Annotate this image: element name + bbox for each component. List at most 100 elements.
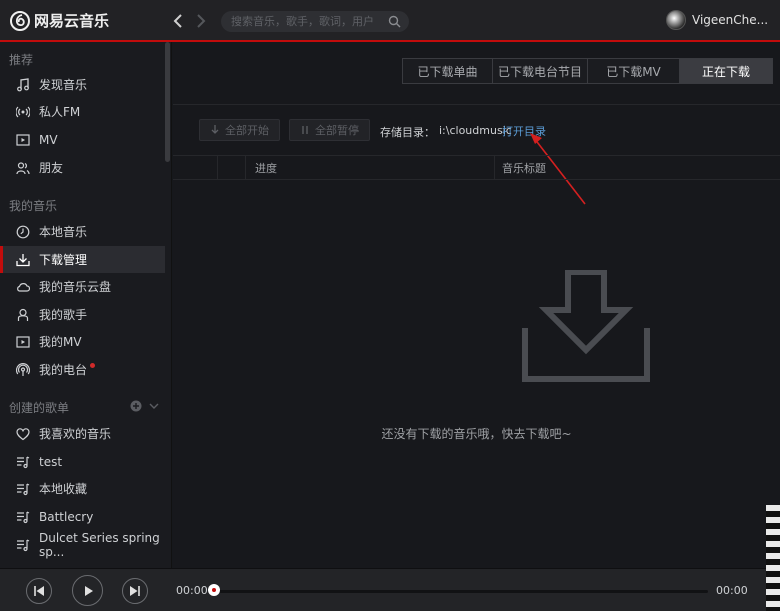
progress-track[interactable] [213,590,708,593]
pause-all-label: 全部暂停 [315,124,359,137]
column-separator [245,155,246,179]
tab-downloaded-songs[interactable]: 已下载单曲 [403,59,493,83]
sidebar-item-discover[interactable]: 发现音乐 [0,71,165,98]
sidebar-item-label: 我的音乐云盘 [39,280,112,294]
section-title-recommend: 推荐 [9,53,34,67]
sidebar-item-label: 本地收藏 [39,482,88,496]
friends-icon [16,161,30,174]
tab-downloaded-radio[interactable]: 已下载电台节目 [493,59,588,83]
download-icon [16,253,30,266]
forward-button[interactable] [193,12,209,30]
play-button[interactable] [72,575,103,606]
sidebar-item-label: test [39,454,63,469]
pause-icon [302,126,308,134]
player-bar: 00:00 00:00 [0,568,780,611]
total-time: 00:00 [716,584,748,597]
sidebar-item-my-radio[interactable]: 我的电台 [0,356,165,383]
sidebar-item-playlist-dulcet[interactable]: Dulcet Series spring sp... [0,530,165,559]
column-header-progress[interactable]: 进度 [255,160,277,176]
netease-logo-icon [10,10,30,31]
start-all-label: 全部开始 [225,124,269,137]
empty-download-icon [522,270,650,382]
sidebar-item-fm[interactable]: 私人FM [0,98,165,125]
sidebar-item-download-manager[interactable]: 下载管理 [0,246,165,273]
playlist-icon [17,538,30,551]
sidebar-item-my-singers[interactable]: 我的歌手 [0,301,165,328]
sidebar-item-label: Battlecry [39,509,94,524]
sidebar-item-label: 我的电台 [39,363,88,377]
play-icon [84,585,93,596]
divider [173,104,780,105]
storage-label: 存储目录： [380,126,435,139]
search-icon[interactable] [388,15,401,28]
app-title: 网易云音乐 [34,12,110,30]
start-all-button[interactable]: 全部开始 [199,119,280,141]
sidebar-item-label: 我的歌手 [39,308,88,322]
podcast-icon [16,362,30,376]
sidebar-item-playlist-test[interactable]: test [0,448,165,475]
current-time: 00:00 [176,584,208,597]
tab-downloading[interactable]: 正在下载 [680,59,772,83]
pause-all-button[interactable]: 全部暂停 [289,119,370,141]
overlay-edge-artifact [766,505,780,611]
download-arrow-icon [211,125,219,134]
chevron-left-icon [173,14,182,28]
sidebar-item-label: Dulcet Series spring sp... [39,530,160,559]
music-note-icon [17,77,29,91]
chevron-down-icon[interactable] [148,400,160,412]
playlist-icon [17,482,30,495]
column-header-title[interactable]: 音乐标题 [502,160,546,176]
sidebar-item-label: MV [39,132,58,147]
radio-icon [16,106,30,117]
video-icon [16,133,30,146]
sidebar-item-mv[interactable]: MV [0,126,165,153]
playlist-section-actions [130,400,160,412]
previous-icon [34,586,44,596]
storage-path: i:\cloudmusic [439,124,512,137]
download-tabs: 已下载单曲 已下载电台节目 已下载MV 正在下载 [402,58,773,84]
user-name[interactable]: VigeenChe... [692,13,768,27]
sidebar-item-local-music[interactable]: 本地音乐 [0,218,165,245]
sidebar-item-playlist-local-favorites[interactable]: 本地收藏 [0,475,165,502]
sidebar-item-label: 私人FM [39,105,81,119]
heart-icon [16,427,30,440]
sidebar-item-label: 发现音乐 [39,78,88,92]
user-menu[interactable]: VigeenChe... [666,10,768,30]
sidebar-item-cloud-disk[interactable]: 我的音乐云盘 [0,273,165,300]
progress-knob[interactable] [208,584,220,596]
add-playlist-icon[interactable] [130,400,142,412]
search-box [221,11,409,32]
clock-icon [16,225,30,238]
sidebar-item-playlist-battlecry[interactable]: Battlecry [0,503,165,530]
sidebar-item-my-mv[interactable]: 我的MV [0,328,165,355]
section-title-playlists: 创建的歌单 [9,401,70,415]
storage-directory: 存储目录： i:\cloudmusic [380,124,512,140]
empty-state-message: 还没有下载的音乐哦，快去下载吧~ [381,427,572,441]
next-icon [130,586,140,596]
playlist-icon [17,510,30,523]
main-panel: 已下载单曲 已下载电台节目 已下载MV 正在下载 全部开始 全部暂停 存储目录：… [173,42,780,568]
sidebar-item-friends[interactable]: 朋友 [0,154,165,181]
column-separator [217,155,218,179]
back-button[interactable] [170,12,186,30]
new-badge [90,363,96,368]
sidebar-item-label: 本地音乐 [39,225,88,239]
tab-downloaded-mv[interactable]: 已下载MV [588,59,680,83]
top-bar: 网易云音乐 VigeenChe... [0,0,780,42]
column-separator [494,155,495,179]
search-input[interactable] [231,15,381,28]
sidebar-item-liked-music[interactable]: 我喜欢的音乐 [0,420,165,447]
chevron-right-icon [197,14,206,28]
sidebar-item-label: 下载管理 [39,253,88,267]
sidebar-item-label: 我喜欢的音乐 [39,427,112,441]
previous-button[interactable] [26,578,52,604]
sidebar: 推荐 发现音乐 私人FM MV 朋友 我的音乐 本地音乐 下载管理 我的音乐云盘… [0,42,172,568]
singer-icon [17,308,29,321]
avatar[interactable] [666,10,686,30]
sidebar-item-label: 我的MV [39,335,82,349]
next-button[interactable] [122,578,148,604]
app-logo[interactable]: 网易云音乐 [10,10,109,31]
playlist-icon [17,455,30,468]
video-icon [16,335,30,348]
sidebar-scrollbar[interactable] [165,42,170,162]
